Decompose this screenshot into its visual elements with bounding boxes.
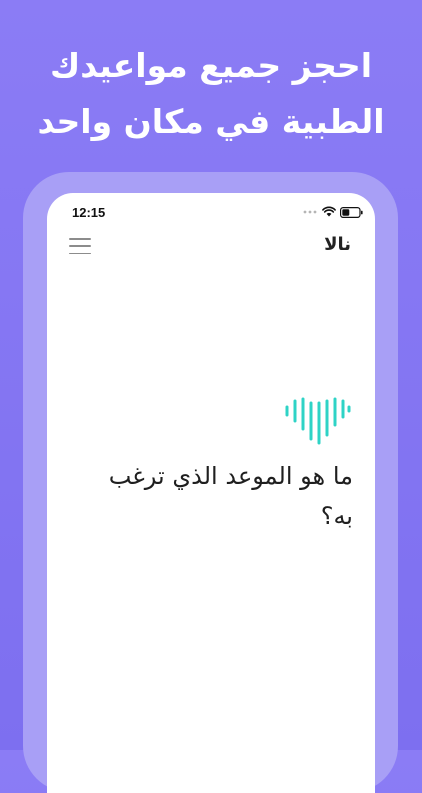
app-title: نالا — [324, 234, 351, 255]
signal-icon — [303, 210, 317, 214]
assistant-prompt: ما هو الموعد الذي ترغب به؟ — [108, 462, 353, 530]
promo-headline: احجز جميع مواعيدك الطبية في مكان واحد — [0, 38, 422, 150]
promo-headline-line-2: الطبية في مكان واحد — [37, 102, 385, 141]
battery-icon — [340, 207, 363, 218]
hamburger-menu-icon[interactable] — [69, 238, 91, 254]
app-bar: نالا — [47, 229, 375, 263]
status-time: 12:15 — [72, 205, 106, 220]
status-bar: 12:15 — [47, 193, 375, 233]
promo-headline-line-1: احجز جميع مواعيدك — [49, 46, 373, 85]
wifi-icon — [322, 206, 336, 217]
phone-screen: 12:15 نالا ما هو الموعد الذي ترغب به؟ — [47, 193, 375, 793]
voice-wave-logo-icon — [285, 397, 351, 445]
